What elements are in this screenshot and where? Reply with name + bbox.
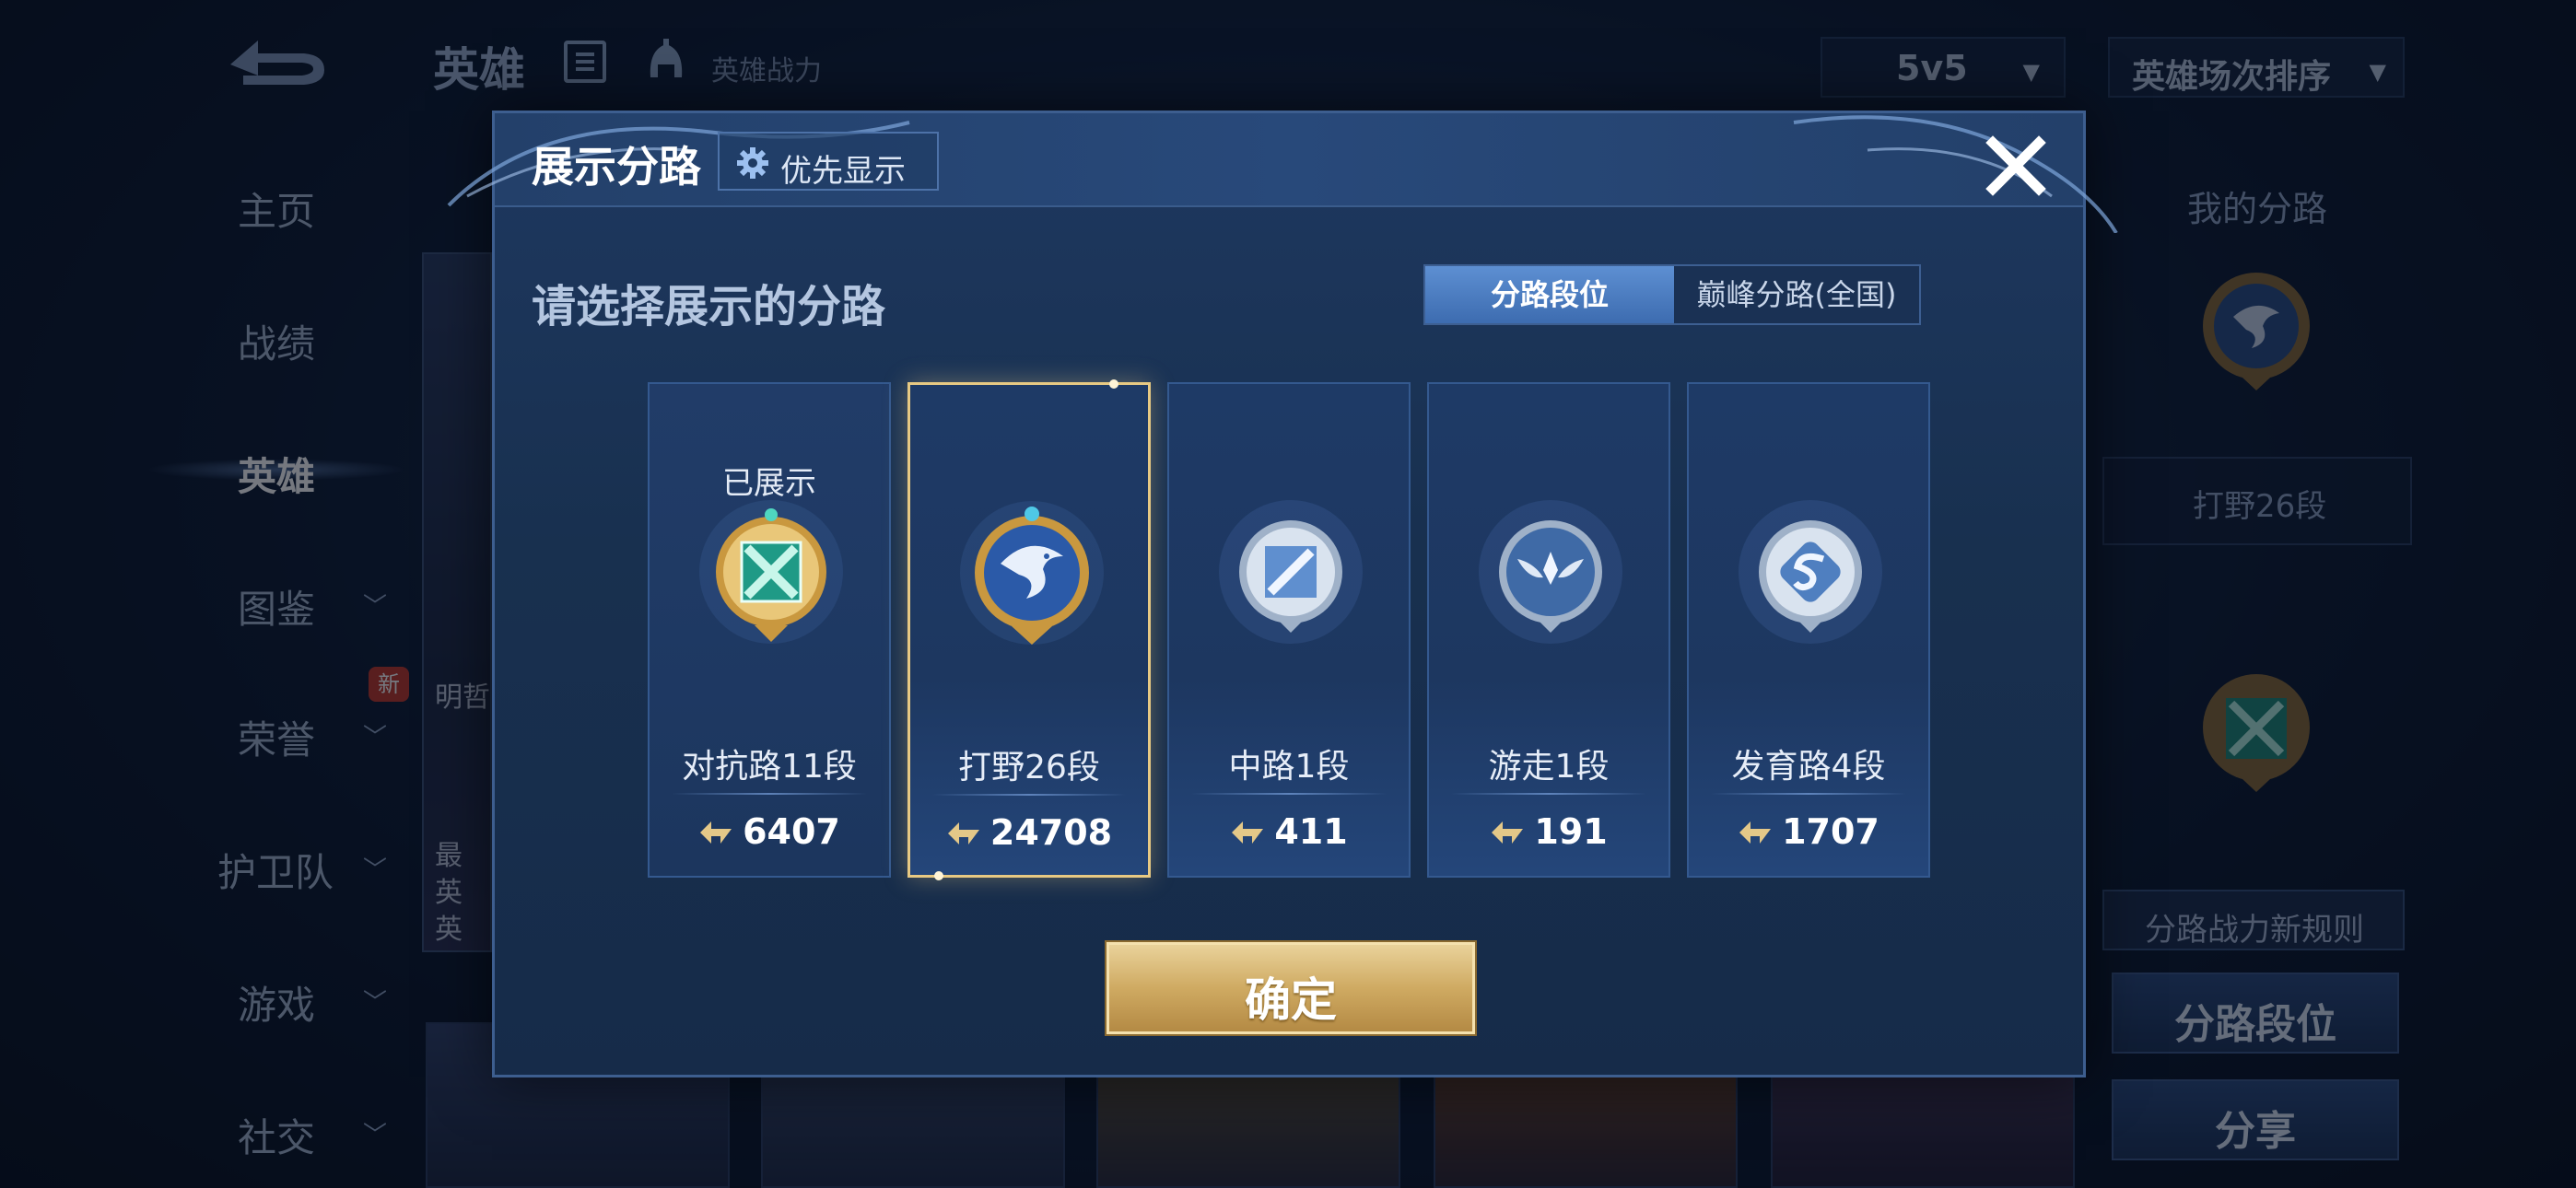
chevron-down-icon: ▼	[2369, 59, 2386, 85]
lane-score-value: 191	[1534, 811, 1608, 852]
lane-score: 6407	[650, 811, 889, 852]
back-arrow-icon	[230, 41, 324, 85]
nav-item-record[interactable]: 战绩	[0, 298, 405, 372]
lane-divider	[1451, 793, 1646, 795]
nav-item-social[interactable]: 社交 ﹀	[0, 1092, 405, 1166]
jungle-dragon-emblem-icon	[958, 495, 1106, 661]
lane-rank-button[interactable]: 分路段位	[2112, 973, 2399, 1054]
hero-card-name: 明哲	[435, 681, 490, 714]
back-button[interactable]	[221, 28, 332, 92]
lane-power-rule-label: 分路战力新规则	[2145, 912, 2364, 949]
nav-item-label: 战绩	[238, 321, 316, 367]
chevron-down-icon: ﹀	[363, 724, 388, 751]
confirm-button[interactable]: 确定	[1107, 942, 1475, 1034]
power-icon	[1739, 821, 1772, 844]
hero-power-label[interactable]: 英雄战力	[711, 48, 822, 88]
priority-display-button[interactable]: 优先显示	[718, 132, 939, 191]
lane-score: 1707	[1689, 811, 1928, 852]
power-icon	[947, 822, 979, 844]
farm-lane-emblem-icon	[1737, 495, 1884, 660]
lane-card-clash[interactable]: 已展示 对抗路11段 6407	[648, 382, 891, 878]
clash-lane-emblem-icon	[697, 495, 845, 660]
selection-corner-dot	[934, 871, 943, 880]
nav-item-honor[interactable]: 荣誉 ﹀	[0, 694, 405, 768]
confirm-button-label: 确定	[1245, 973, 1337, 1027]
nav-item-label: 社交	[238, 1115, 316, 1160]
nav-item-label: 英雄	[238, 454, 316, 499]
nav-item-label: 护卫队	[217, 850, 334, 895]
chevron-down-icon: ﹀	[363, 856, 388, 884]
tab-peak-lane[interactable]: 巅峰分路(全国)	[1674, 266, 1919, 323]
mid-lane-emblem-icon	[1217, 495, 1364, 660]
nav-item-home[interactable]: 主页	[0, 166, 405, 239]
lane-divider	[932, 794, 1126, 796]
lane-tabs: 分路段位 巅峰分路(全国)	[1423, 264, 1921, 325]
page-title: 英雄	[433, 43, 525, 97]
power-icon	[1492, 821, 1524, 844]
lane-name: 中路1段	[1228, 748, 1350, 786]
lane-score-value: 6407	[743, 811, 840, 852]
power-icon	[1232, 821, 1264, 844]
nav-item-codex[interactable]: 图鉴 ﹀	[0, 564, 405, 637]
lane-display-dialog: 展示分路 优先显示 请选择展示的分路 分路段位 巅峰分路(全国) 已展示 对抗路…	[447, 111, 2118, 1077]
chevron-down-icon: ﹀	[363, 1122, 388, 1149]
jungle-dragon-emblem-icon	[2203, 273, 2310, 390]
priority-display-label: 优先显示	[780, 153, 906, 190]
mode-select[interactable]: 5v5 ▼	[1821, 37, 2066, 98]
hero-card-line: 英	[435, 914, 463, 946]
share-button-label: 分享	[2215, 1108, 2296, 1155]
lane-name: 对抗路11段	[682, 748, 857, 786]
lane-name: 发育路4段	[1731, 748, 1886, 786]
my-lane-rank-label: 打野26段	[2193, 488, 2327, 525]
hero-card-line: 英	[435, 877, 463, 909]
dialog-title: 展示分路	[532, 142, 701, 192]
chevron-down-icon: ﹀	[363, 989, 388, 1017]
nav-item-label: 荣誉	[238, 717, 316, 763]
nav-item-label: 主页	[238, 189, 316, 234]
lane-card-roam[interactable]: 游走1段 191	[1427, 382, 1670, 878]
chevron-down-icon: ▼	[2022, 59, 2040, 85]
helmet-icon	[650, 39, 683, 77]
nav-item-hero[interactable]: 英雄	[0, 431, 405, 505]
lane-rank-button-label: 分路段位	[2174, 1001, 2336, 1048]
lane-card-farm[interactable]: 发育路4段 1707	[1687, 382, 1930, 878]
lane-score-value: 411	[1274, 811, 1348, 852]
roam-wings-emblem-icon	[1477, 495, 1624, 660]
nav-item-label: 游戏	[238, 983, 316, 1028]
lane-divider	[1711, 793, 1906, 795]
nav-item-game[interactable]: 游戏 ﹀	[0, 960, 405, 1033]
nav-item-label: 图鉴	[238, 587, 316, 632]
power-icon	[700, 821, 732, 844]
lane-score: 411	[1169, 811, 1409, 852]
lane-score-value: 24708	[989, 812, 1113, 853]
lane-card-mid[interactable]: 中路1段 411	[1167, 382, 1411, 878]
chevron-down-icon: ﹀	[363, 593, 388, 621]
new-badge: 新	[369, 667, 409, 702]
lane-card-jungle[interactable]: 打野26段 24708	[907, 379, 1151, 880]
gear-icon	[737, 147, 768, 179]
lane-divider	[1191, 793, 1387, 795]
lane-power-rule-button[interactable]: 分路战力新规则	[2102, 890, 2405, 950]
dialog-subtitle: 请选择展示的分路	[532, 281, 886, 332]
sort-select[interactable]: 英雄场次排序 ▼	[2108, 37, 2405, 98]
mode-select-value: 5v5	[1896, 48, 1968, 88]
lane-name: 游走1段	[1488, 748, 1610, 786]
close-icon[interactable]	[1982, 132, 2050, 200]
tab-lane-rank[interactable]: 分路段位	[1425, 266, 1674, 323]
share-button[interactable]: 分享	[2112, 1079, 2399, 1160]
list-icon[interactable]	[564, 41, 606, 83]
lane-name: 打野26段	[958, 749, 1100, 786]
lane-score: 24708	[910, 812, 1148, 853]
nav-item-guard[interactable]: 护卫队 ﹀	[0, 827, 405, 901]
clash-lane-emblem-icon	[2203, 674, 2310, 792]
hero-card-line: 最	[435, 840, 463, 872]
sort-select-value: 英雄场次排序	[2132, 58, 2332, 96]
lane-divider	[672, 793, 867, 795]
lane-score: 191	[1429, 811, 1669, 852]
my-lane-rank: 打野26段	[2102, 457, 2412, 545]
selection-corner-dot	[1109, 379, 1118, 389]
my-lane-title: 我的分路	[2187, 189, 2328, 229]
lane-score-value: 1707	[1782, 811, 1879, 852]
